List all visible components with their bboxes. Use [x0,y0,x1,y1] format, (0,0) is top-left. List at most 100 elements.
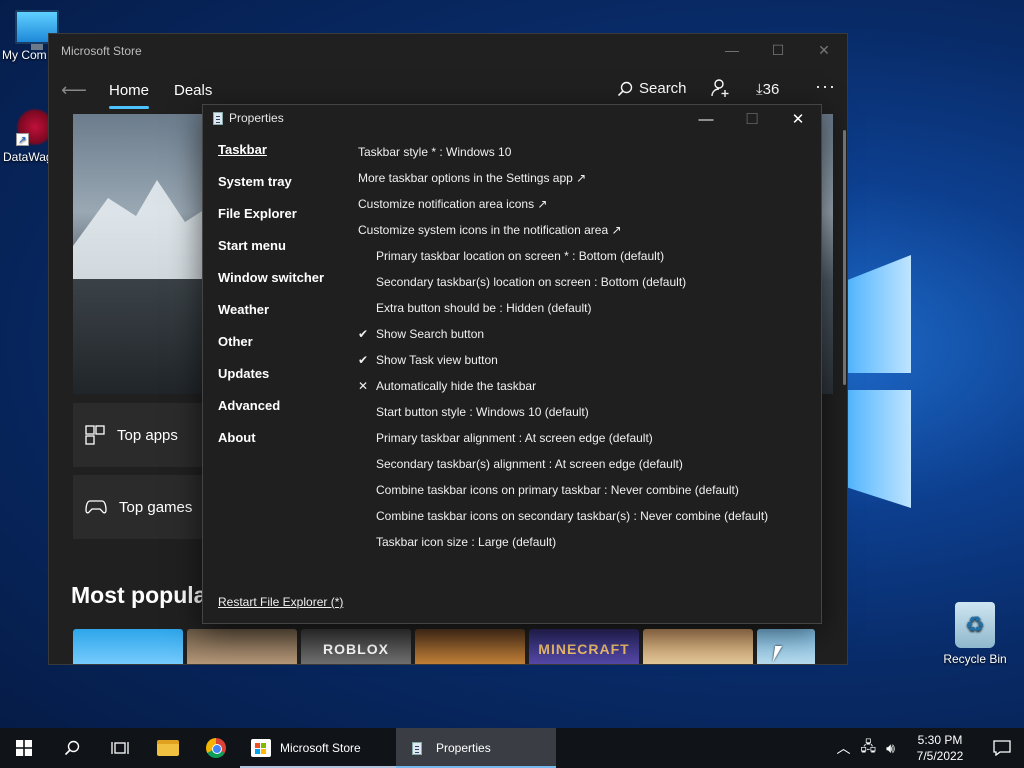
section-title: Most popula [71,582,207,608]
properties-icon [412,741,422,755]
chrome-taskbar-button[interactable] [192,728,240,768]
taskbar-app-microsoft-store[interactable]: Microsoft Store [240,728,396,768]
app-thumbnail-minecraft[interactable]: MINECRAFT [529,629,639,664]
option-item[interactable]: Combine taskbar icons on secondary taskb… [358,503,808,529]
more-options-icon[interactable]: ··· [815,76,836,97]
nav-item-about[interactable]: About [218,430,324,462]
windows-start-icon [16,740,32,756]
option-label: Combine taskbar icons on primary taskbar… [376,483,739,497]
properties-window: Properties — ☐ ✕ Taskbar System tray Fil… [202,104,822,624]
maximize-icon: ☐ [745,111,759,128]
option-item[interactable]: Combine taskbar icons on primary taskbar… [358,477,808,503]
nav-item-updates[interactable]: Updates [218,366,324,398]
start-button[interactable] [0,728,48,768]
option-item[interactable]: Taskbar style * : Windows 10 [358,139,808,165]
taskbar-app-properties[interactable]: Properties [396,728,556,768]
tab-deals[interactable]: Deals [174,82,212,99]
option-link[interactable]: More taskbar options in the Settings app… [358,165,808,191]
downloads-button[interactable]: ⤓36 [756,81,779,98]
gamepad-icon [85,500,107,514]
user-add-icon[interactable] [711,78,731,103]
app-thumbnail[interactable] [187,629,297,664]
nav-item-system-tray[interactable]: System tray [218,174,324,206]
taskbar: Microsoft Store Properties ︿ 🖧 🔊︎ 5:30 P… [0,728,1024,768]
search-button[interactable]: Search [617,80,687,97]
network-icon[interactable]: 🖧 [856,736,882,760]
file-explorer-taskbar-button[interactable] [144,728,192,768]
option-checkbox-show-task-view[interactable]: ✔ Show Task view button [358,347,808,373]
option-checkbox-show-search[interactable]: ✔ Show Search button [358,321,808,347]
tab-home[interactable]: Home [109,82,150,109]
cross-icon: ✕ [358,379,369,393]
nav-item-file-explorer[interactable]: File Explorer [218,206,324,238]
top-games-label: Top games [119,498,193,516]
nav-item-taskbar[interactable]: Taskbar [218,142,324,174]
option-item[interactable]: Extra button should be : Hidden (default… [358,295,808,321]
store-scrollbar[interactable] [843,130,846,385]
option-label: Primary taskbar location on screen * : B… [376,249,665,263]
nav-item-other[interactable]: Other [218,334,324,366]
option-label: Customize notification area icons ↗ [358,197,548,211]
app-thumbnail[interactable] [757,629,815,664]
option-label: Primary taskbar alignment : At screen ed… [376,431,653,445]
minimize-icon[interactable]: — [683,105,729,133]
option-label: More taskbar options in the Settings app… [358,171,587,185]
nav-item-window-switcher[interactable]: Window switcher [218,270,324,302]
option-checkbox-auto-hide[interactable]: ✕ Automatically hide the taskbar [358,373,808,399]
app-thumbnail[interactable] [415,629,525,664]
properties-window-title: Properties [229,111,284,125]
folder-icon [157,740,179,756]
app-thumbnail-roblox[interactable]: ROBLOX [301,629,411,664]
nav-item-start-menu[interactable]: Start menu [218,238,324,270]
desktop-icon-recycle-bin[interactable]: ♻ Recycle Bin [940,602,1010,666]
option-item[interactable]: Taskbar icon size : Large (default) [358,529,808,555]
option-item[interactable]: Primary taskbar alignment : At screen ed… [358,425,808,451]
notification-center-button[interactable] [980,728,1024,768]
option-label: Start button style : Windows 10 (default… [376,405,589,419]
volume-icon[interactable]: 🔊︎ [881,740,900,757]
checkmark-icon: ✔ [358,327,369,341]
task-view-button[interactable] [96,728,144,768]
option-label: Automatically hide the taskbar [376,379,537,393]
top-apps-label: Top apps [117,426,178,444]
shortcut-arrow-icon: ↗ [16,133,29,146]
option-label: Show Task view button [376,353,498,367]
back-arrow-icon[interactable]: ⟵ [61,80,87,101]
maximize-icon[interactable]: ☐ [755,34,801,66]
option-link[interactable]: Customize notification area icons ↗ [358,191,808,217]
app-thumbnail[interactable] [643,629,753,664]
desktop-icon-label: Recycle Bin [943,652,1007,666]
close-icon[interactable]: ✕ [801,34,847,66]
chevron-up-icon[interactable]: ︿ [832,738,856,758]
minimize-icon[interactable]: — [709,34,755,66]
option-link[interactable]: Customize system icons in the notificati… [358,217,808,243]
clock-time: 5:30 PM [917,733,963,747]
task-view-icon [111,742,129,754]
clock-date: 7/5/2022 [916,749,964,763]
restart-explorer-link[interactable]: Restart File Explorer (*) [218,595,343,609]
search-icon [64,740,80,756]
option-item[interactable]: Secondary taskbar(s) location on screen … [358,269,808,295]
option-item[interactable]: Start button style : Windows 10 (default… [358,399,808,425]
close-icon[interactable]: ✕ [775,105,821,133]
clock[interactable]: 5:30 PM 7/5/2022 [900,732,980,764]
option-label: Show Search button [376,327,485,341]
downloads-count: 36 [762,81,780,98]
option-label: Customize system icons in the notificati… [358,223,622,237]
nav-item-advanced[interactable]: Advanced [218,398,324,430]
chrome-icon [206,738,226,758]
option-label: Taskbar icon size : Large (default) [376,535,557,549]
store-window-title: Microsoft Store [61,44,142,58]
microsoft-store-icon [251,739,271,757]
taskbar-search-button[interactable] [48,728,96,768]
windows-wallpaper-logo [845,255,915,510]
grid-icon [85,425,105,445]
option-item[interactable]: Primary taskbar location on screen * : B… [358,243,808,269]
option-item[interactable]: Secondary taskbar(s) alignment : At scre… [358,451,808,477]
notification-icon [993,740,1011,756]
download-icon: ⤓ [756,81,763,98]
nav-item-weather[interactable]: Weather [218,302,324,334]
taskbar-app-label: Microsoft Store [280,741,361,755]
app-thumbnail[interactable] [73,629,183,664]
option-label: Secondary taskbar(s) location on screen … [376,275,687,289]
